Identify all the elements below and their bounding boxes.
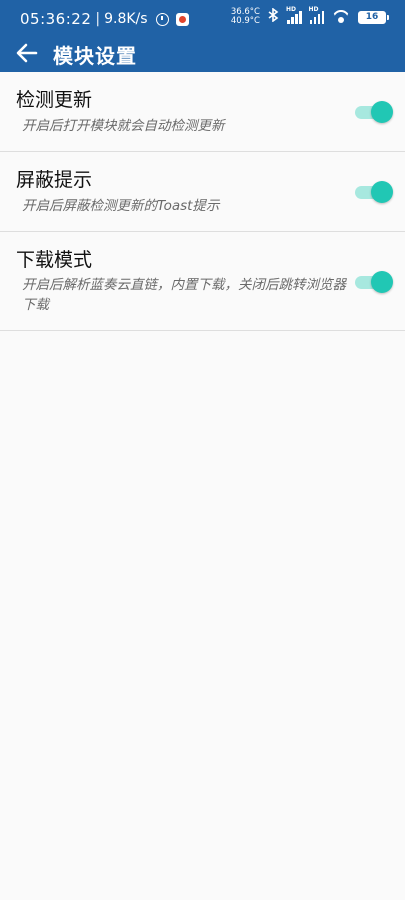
setting-title: 屏蔽提示 (16, 169, 93, 191)
status-left: 05:36:22 | 9.8K/s (20, 10, 189, 28)
status-right: 36.6°C 40.9°C HD HD 16 (231, 6, 389, 26)
setting-download-mode[interactable]: 下载模式 开启后解析蓝奏云直链，内置下载，关闭后跳转浏览器下载 (0, 232, 405, 331)
setting-block-toast[interactable]: 屏蔽提示 开启后屏蔽检测更新的Toast提示 (0, 152, 405, 232)
net-speed: 9.8K/s (104, 11, 148, 27)
signal-icon-2: HD (309, 6, 324, 24)
signal-icon: HD (286, 6, 302, 24)
setting-description: 开启后解析蓝奏云直链，内置下载，关闭后跳转浏览器下载 (22, 277, 346, 313)
temperature-readout: 36.6°C 40.9°C (231, 8, 260, 26)
status-separator: | (95, 11, 101, 27)
arrow-left-icon[interactable] (14, 40, 40, 66)
download-mode-toggle[interactable] (355, 271, 393, 293)
temperature-2: 40.9°C (230, 16, 260, 26)
alarm-icon (155, 12, 169, 26)
signal-1-label: HD (286, 6, 297, 13)
signal-2-label: HD (308, 6, 319, 13)
battery-icon: 16 (358, 10, 389, 24)
setting-description: 开启后打开模块就会自动检测更新 (22, 118, 225, 134)
toolbar: 模块设置 (0, 36, 405, 72)
setting-title: 下载模式 (16, 249, 93, 271)
setting-description: 开启后屏蔽检测更新的Toast提示 (22, 198, 220, 214)
setting-check-update[interactable]: 检测更新 开启后打开模块就会自动检测更新 (0, 72, 405, 152)
app-notification-icon (175, 12, 189, 26)
wifi-icon (332, 10, 350, 24)
page-title: 模块设置 (53, 44, 137, 68)
status-time: 05:36:22 (20, 10, 92, 28)
bluetooth-icon (268, 7, 279, 26)
battery-level: 16 (358, 10, 386, 24)
status-bar: 05:36:22 | 9.8K/s 36.6°C 40.9°C HD HD 16 (0, 0, 405, 36)
app-bar: 05:36:22 | 9.8K/s 36.6°C 40.9°C HD HD 16… (0, 0, 405, 72)
check-update-toggle[interactable] (355, 101, 393, 123)
setting-title: 检测更新 (16, 89, 93, 111)
settings-list: 检测更新 开启后打开模块就会自动检测更新 屏蔽提示 开启后屏蔽检测更新的Toas… (0, 72, 405, 331)
block-toast-toggle[interactable] (355, 181, 393, 203)
